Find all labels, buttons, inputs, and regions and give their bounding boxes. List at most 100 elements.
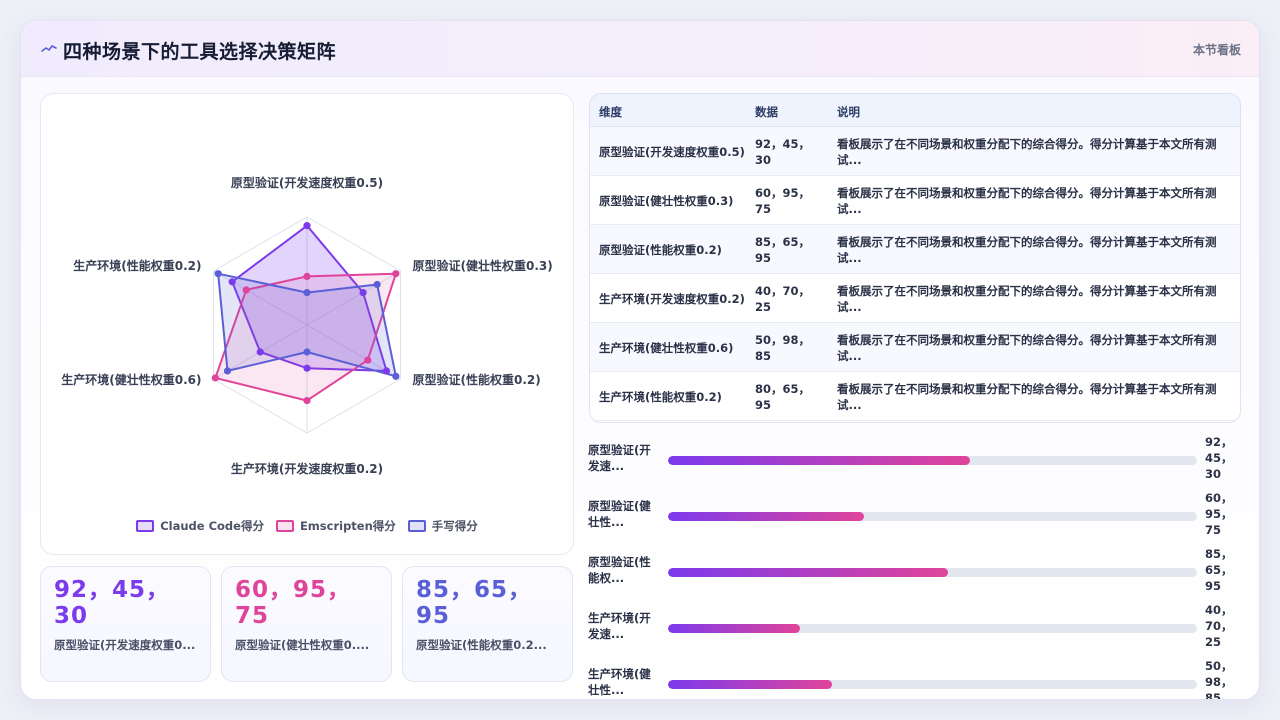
axis-label: 生产环境(开发速度权重0.2) <box>231 461 383 476</box>
bar-value: 40，70，25 <box>1205 603 1233 649</box>
bar-label: 生产环境(开发速... <box>588 611 651 641</box>
data-point <box>303 348 311 356</box>
data-point <box>211 374 219 382</box>
chart-legend: Claude Code得分 Emscripten得分 手写得分 <box>41 518 573 534</box>
bar-row: 原型验证(开发速... 92，45，30 <box>588 435 1244 498</box>
progress-fill <box>668 568 949 577</box>
progress-fill <box>668 456 970 465</box>
radar-chart-card: 原型验证(开发速度权重0.5) 原型验证(健壮性权重0.3) 原型验证(性能权重0.… <box>40 93 574 555</box>
column-header-data[interactable]: 数据 <box>755 104 778 120</box>
axis-label: 生产环境(健壮性权重0.6) <box>61 372 201 387</box>
cell-dimension: 生产环境(开发速度权重0.2) <box>599 292 745 306</box>
progress-track <box>668 680 1197 689</box>
table-row[interactable]: 原型验证(开发速度权重0.5) 92，45，30 看板展示了在不同场景和权重分配下的… <box>590 127 1240 176</box>
bar-label: 原型验证(开发速... <box>588 443 651 473</box>
data-point <box>228 278 236 286</box>
data-point <box>359 289 367 297</box>
cell-dimension: 原型验证(健壮性权重0.3) <box>599 194 734 208</box>
dashboard-frame: 四种场景下的工具选择决策矩阵 本节看板 原型验证(开发速度权重0.5) 原型验证(… <box>20 20 1260 700</box>
legend-swatch-claude <box>136 520 155 532</box>
radar-chart: 原型验证(开发速度权重0.5) 原型验证(健壮性权重0.3) 原型验证(性能权重0.… <box>61 175 553 476</box>
table-row[interactable]: 生产环境(开发速度权重0.2) 40，70，25 看板展示了在不同场景和权重分配下的… <box>590 274 1240 323</box>
progress-track <box>668 568 1197 577</box>
column-header-description[interactable]: 说明 <box>837 104 860 120</box>
bar-row: 生产环境(健壮性... 50，98，85 <box>588 659 1244 699</box>
cell-data: 92，45，30 <box>755 137 811 167</box>
stat-label: 原型验证(健壮性权重0.... <box>235 638 370 652</box>
stat-card: 92，45，30 原型验证(开发速度权重0... <box>40 566 211 682</box>
progress-fill <box>668 624 801 633</box>
stat-card: 85，65，95 原型验证(性能权重0.2... <box>402 566 573 682</box>
cell-data: 40，70，25 <box>755 284 811 314</box>
cell-dimension: 生产环境(健壮性权重0.6) <box>599 341 734 355</box>
data-point <box>303 222 311 230</box>
stat-value: 92，45，30 <box>54 577 171 629</box>
data-point <box>256 348 264 356</box>
stat-value: 85，65，95 <box>416 577 533 629</box>
bar-label: 生产环境(健壮性... <box>588 667 651 697</box>
axis-label: 原型验证(健壮性权重0.3) <box>413 258 553 273</box>
legend-item-claude[interactable]: Claude Code得分 <box>136 518 264 534</box>
sparkline-icon <box>41 45 57 52</box>
data-point <box>303 364 311 372</box>
data-table: 维度 数据 说明 原型验证(开发速度权重0.5) 92，45，30 看板展示了在不同… <box>589 93 1241 423</box>
stat-label: 原型验证(开发速度权重0... <box>54 638 196 652</box>
data-point <box>364 356 372 364</box>
data-point <box>392 270 400 278</box>
cell-data: 80，65，95 <box>755 382 811 412</box>
legend-label: 手写得分 <box>431 519 478 533</box>
legend-item-handwritten[interactable]: 手写得分 <box>407 518 478 534</box>
table-row[interactable]: 原型验证(性能权重0.2) 85，65，95 看板展示了在不同场景和权重分配下的综合… <box>590 225 1240 274</box>
table-row[interactable]: 原型验证(健壮性权重0.3) 60，95，75 看板展示了在不同场景和权重分配下的综… <box>590 176 1240 225</box>
cell-description: 看板展示了在不同场景和权重分配下的综合得分。得分计算基于本文所有测试... <box>837 186 1217 216</box>
legend-swatch-handwritten <box>407 520 426 532</box>
progress-fill <box>668 512 864 521</box>
cell-description: 看板展示了在不同场景和权重分配下的综合得分。得分计算基于本文所有测试... <box>837 333 1217 363</box>
table-row[interactable]: 生产环境(性能权重0.2) 80，65，95 看板展示了在不同场景和权重分配下的综合… <box>590 372 1240 421</box>
stat-value: 60，95，75 <box>235 577 352 629</box>
header-bar: 四种场景下的工具选择决策矩阵 本节看板 <box>21 21 1259 77</box>
data-point <box>373 280 381 289</box>
legend-label: Claude Code得分 <box>160 519 264 533</box>
axis-label: 生产环境(性能权重0.2) <box>73 258 201 273</box>
bar-label: 原型验证(健壮性... <box>588 499 651 529</box>
cell-data: 50，98，85 <box>755 333 811 363</box>
table-row[interactable]: 生产环境(健壮性权重0.6) 50，98，85 看板展示了在不同场景和权重分配下的综… <box>590 323 1240 372</box>
section-badge: 本节看板 <box>1192 43 1241 57</box>
cell-description: 看板展示了在不同场景和权重分配下的综合得分。得分计算基于本文所有测试... <box>837 284 1217 314</box>
legend-label: Emscripten得分 <box>299 519 396 533</box>
bar-value: 60，95，75 <box>1205 491 1233 537</box>
cell-description: 看板展示了在不同场景和权重分配下的综合得分。得分计算基于本文所有测试... <box>837 137 1217 167</box>
column-header-dimension[interactable]: 维度 <box>599 104 622 120</box>
data-point <box>303 272 311 280</box>
legend-item-emscripten[interactable]: Emscripten得分 <box>275 518 396 534</box>
cell-description: 看板展示了在不同场景和权重分配下的综合得分。得分计算基于本文所有测试... <box>837 382 1217 412</box>
stat-card: 60，95，75 原型验证(健壮性权重0.... <box>221 566 392 682</box>
progress-fill <box>668 680 832 689</box>
table-header: 维度 数据 说明 <box>590 94 1240 127</box>
data-point <box>223 367 232 375</box>
bar-value: 92，45，30 <box>1205 435 1233 481</box>
bar-row: 原型验证(健壮性... 60，95，75 <box>588 491 1244 554</box>
data-point <box>392 372 400 380</box>
cell-description: 看板展示了在不同场景和权重分配下的综合得分。得分计算基于本文所有测试... <box>837 235 1217 265</box>
bar-value: 85，65，95 <box>1205 547 1233 593</box>
stat-label: 原型验证(性能权重0.2... <box>416 638 547 652</box>
cell-data: 85，65，95 <box>755 235 811 265</box>
progress-track <box>668 456 1197 465</box>
axis-label: 原型验证(性能权重0.2) <box>413 372 541 387</box>
legend-swatch-emscripten <box>275 520 294 532</box>
data-point <box>214 270 222 278</box>
data-point <box>303 397 311 405</box>
bar-label: 原型验证(性能权... <box>588 555 651 585</box>
cell-dimension: 原型验证(性能权重0.2) <box>599 243 722 257</box>
axis-label: 原型验证(开发速度权重0.5) <box>231 175 383 190</box>
data-point <box>382 367 391 375</box>
progress-track <box>668 512 1197 521</box>
cell-dimension: 生产环境(性能权重0.2) <box>599 390 722 404</box>
progress-track <box>668 624 1197 633</box>
bar-row: 生产环境(开发速... 40，70，25 <box>588 603 1244 666</box>
bar-row: 原型验证(性能权... 85，65，95 <box>588 547 1244 610</box>
page-title: 四种场景下的工具选择决策矩阵 <box>63 41 337 63</box>
cell-dimension: 原型验证(开发速度权重0.5) <box>599 145 745 159</box>
